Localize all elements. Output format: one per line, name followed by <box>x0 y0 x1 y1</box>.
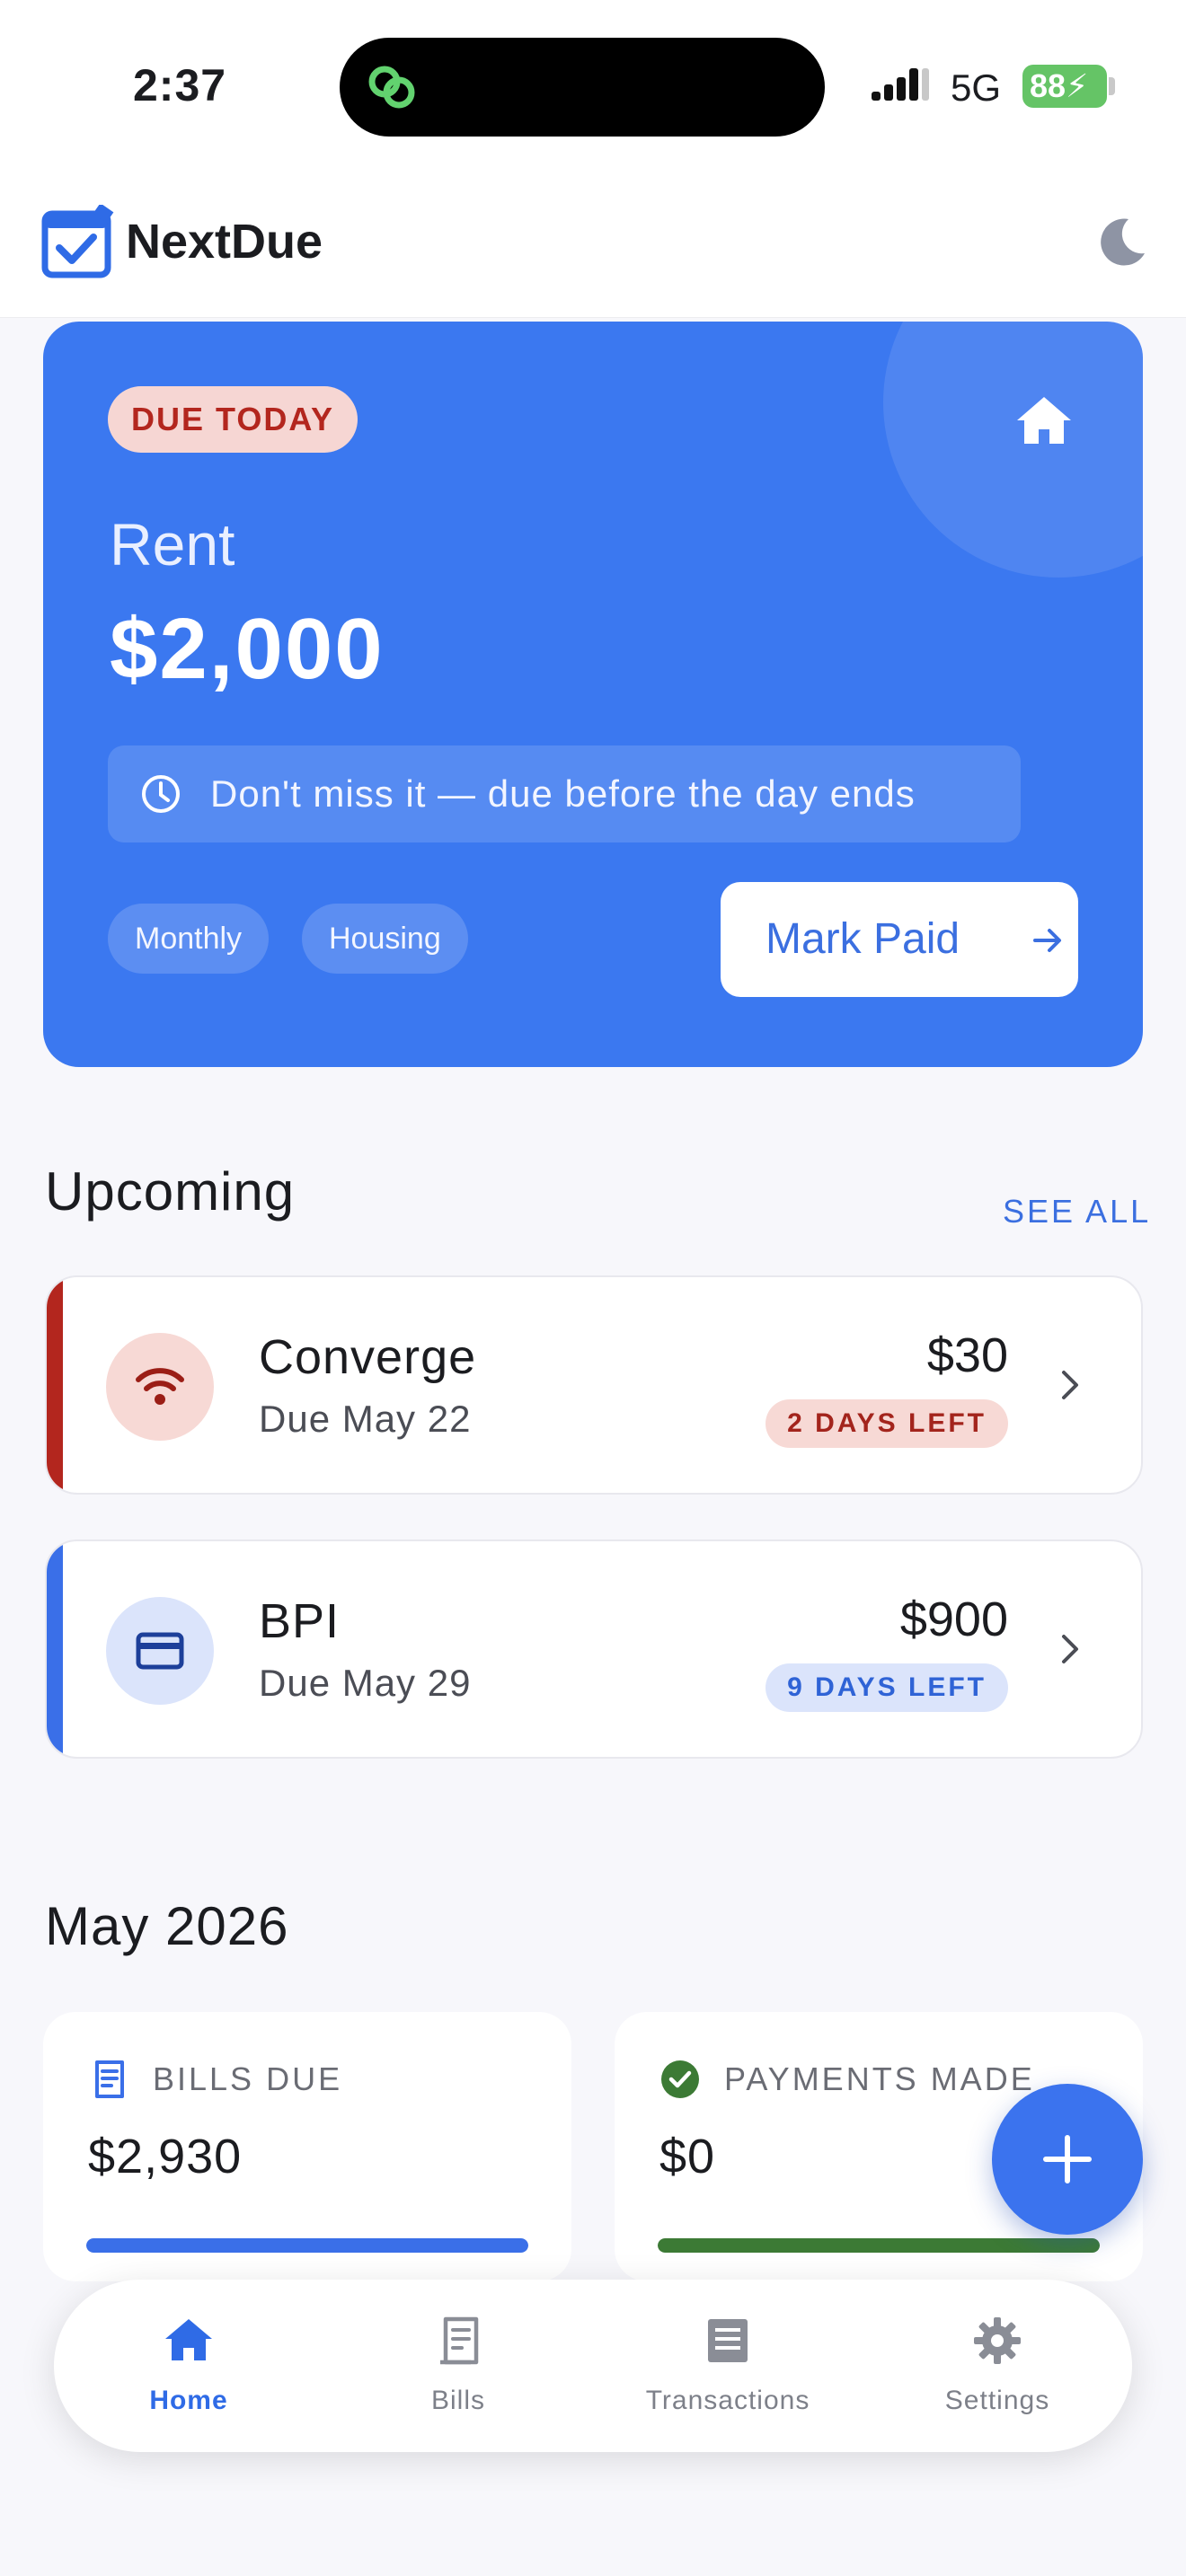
app-screen: 2:37 5G 88⚡ NextDue DUE TODAY Rent $2,00… <box>0 0 1186 2576</box>
mark-paid-label: Mark Paid <box>766 915 960 963</box>
due-today-badge: DUE TODAY <box>108 386 358 453</box>
stat-value: $0 <box>659 2130 716 2183</box>
nav-settings[interactable]: Settings <box>863 2280 1132 2452</box>
decorative-circle <box>883 322 1143 578</box>
add-bill-button[interactable] <box>992 2084 1143 2235</box>
bill-card-converge[interactable]: Converge Due May 22 $30 2 DAYS LEFT <box>45 1275 1143 1495</box>
bill-accent-stripe <box>47 1541 63 1757</box>
stat-value: $2,930 <box>88 2130 243 2183</box>
payments-progress-fill <box>658 2238 1100 2253</box>
bill-icon-badge <box>106 1597 214 1705</box>
bills-progress-fill <box>86 2238 528 2253</box>
clock-icon <box>142 775 180 813</box>
plus-icon <box>1043 2135 1092 2183</box>
mark-paid-button[interactable]: Mark Paid <box>721 882 1078 997</box>
due-note: Don't miss it — due before the day ends <box>108 745 1021 842</box>
bill-accent-stripe <box>47 1277 63 1493</box>
bills-progress-bar <box>86 2238 528 2253</box>
moon-icon[interactable] <box>1094 216 1148 269</box>
arrow-right-icon <box>1033 929 1061 952</box>
home-icon <box>1017 397 1071 444</box>
list-icon <box>708 2319 748 2362</box>
nav-transactions[interactable]: Transactions <box>593 2280 863 2452</box>
chevron-right-icon <box>1062 1371 1078 1399</box>
nav-label: Transactions <box>645 2386 810 2415</box>
due-today-card[interactable]: DUE TODAY Rent $2,000 Don't miss it — du… <box>43 322 1143 1067</box>
credit-card-icon <box>136 1632 184 1670</box>
category-tag: Housing <box>302 904 468 974</box>
wifi-icon <box>136 1368 184 1405</box>
nav-label: Home <box>149 2386 228 2415</box>
receipt-icon <box>440 2316 479 2365</box>
status-time: 2:37 <box>133 60 227 110</box>
bill-due-date: Due May 29 <box>259 1662 472 1704</box>
link-icon <box>368 66 415 109</box>
bill-amount: $2,000 <box>110 601 385 697</box>
nav-label: Bills <box>430 2386 485 2415</box>
calendar-check-icon <box>41 205 114 278</box>
bill-card-bpi[interactable]: BPI Due May 29 $900 9 DAYS LEFT <box>45 1539 1143 1759</box>
check-circle-icon <box>661 2060 699 2098</box>
nav-home[interactable]: Home <box>54 2280 323 2452</box>
bill-name: BPI <box>259 1594 341 1648</box>
battery-cap <box>1109 77 1115 95</box>
battery-indicator: 88⚡ <box>1022 65 1107 108</box>
days-left-badge: 2 DAYS LEFT <box>766 1399 1008 1448</box>
bills-due-card[interactable]: BILLS DUE $2,930 <box>43 2012 571 2281</box>
month-heading: May 2026 <box>45 1896 289 1956</box>
status-bar: 2:37 5G 88⚡ <box>0 0 1186 180</box>
bill-title: Rent <box>110 511 235 578</box>
battery-level: 88 <box>1030 67 1067 104</box>
bill-amount: $900 <box>899 1592 1008 1646</box>
receipt-icon <box>95 2060 124 2098</box>
bill-icon-badge <box>106 1333 214 1441</box>
payments-progress-bar <box>658 2238 1100 2253</box>
nav-bills[interactable]: Bills <box>323 2280 593 2452</box>
signal-icon <box>872 68 929 101</box>
bill-amount: $30 <box>926 1328 1008 1382</box>
upcoming-heading: Upcoming <box>45 1161 296 1222</box>
nav-label: Settings <box>944 2386 1050 2415</box>
bottom-navigation: Home Bills Transactions Settings <box>54 2280 1132 2452</box>
frequency-tag: Monthly <box>108 904 270 974</box>
network-type: 5G <box>951 66 1002 109</box>
gear-icon <box>974 2317 1021 2364</box>
days-left-badge: 9 DAYS LEFT <box>766 1663 1008 1712</box>
bill-due-date: Due May 22 <box>259 1398 472 1440</box>
chevron-right-icon <box>1062 1635 1078 1663</box>
stat-label: BILLS DUE <box>153 2060 343 2097</box>
due-note-text: Don't miss it — due before the day ends <box>210 772 916 815</box>
bill-name: Converge <box>259 1330 477 1384</box>
see-all-link[interactable]: SEE ALL <box>1003 1193 1151 1231</box>
home-icon <box>165 2319 212 2360</box>
dynamic-island <box>340 38 825 137</box>
stat-label: PAYMENTS MADE <box>724 2060 1035 2097</box>
app-title: NextDue <box>126 215 323 269</box>
